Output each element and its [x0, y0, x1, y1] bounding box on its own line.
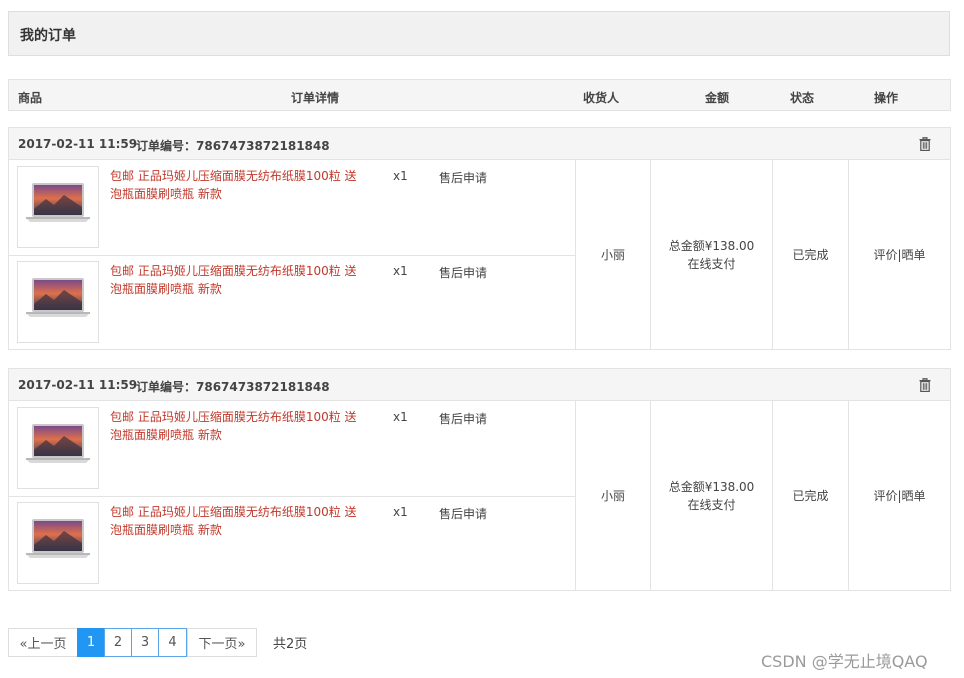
- page-button-4[interactable]: 4: [158, 628, 187, 657]
- order-item: 包邮 正品玛姬儿压缩面膜无纺布纸膜100粒 送泡瓶面膜刷喷瓶 新款 x1 售后申…: [9, 401, 575, 497]
- page-title-bar: 我的订单: [8, 11, 950, 56]
- action-cell: 评价|晒单: [848, 160, 950, 349]
- share-order-link[interactable]: 晒单: [902, 489, 926, 503]
- status-cell: 已完成: [772, 160, 848, 349]
- page-total: 共2页: [273, 637, 308, 652]
- review-link[interactable]: 评价: [873, 489, 897, 503]
- trash-icon[interactable]: [919, 137, 931, 151]
- product-name-link[interactable]: 包邮 正品玛姬儿压缩面膜无纺布纸膜100粒 送泡瓶面膜刷喷瓶 新款: [110, 262, 360, 298]
- order-status: 已完成: [792, 247, 829, 262]
- column-action: 操作: [874, 91, 899, 105]
- item-quantity: x1: [393, 169, 408, 183]
- item-quantity: x1: [393, 505, 408, 519]
- laptop-icon: [26, 278, 90, 317]
- orders-page: 我的订单 商品 订单详情 收货人 金额 状态 操作 2017-02-11 11:…: [0, 0, 964, 678]
- status-cell: 已完成: [772, 401, 848, 590]
- next-page-button[interactable]: 下一页»: [187, 628, 257, 657]
- trash-icon[interactable]: [919, 378, 931, 392]
- product-thumbnail[interactable]: [17, 166, 99, 248]
- receiver-cell: 小丽: [575, 401, 650, 590]
- share-order-link[interactable]: 晒单: [902, 248, 926, 262]
- order-card: 2017-02-11 11:59 订单编号：7867473872181848 包…: [8, 368, 951, 591]
- item-quantity: x1: [393, 410, 408, 424]
- laptop-icon: [26, 519, 90, 558]
- laptop-icon: [26, 183, 90, 222]
- action-cell: 评价|晒单: [848, 401, 950, 590]
- payment-method: 在线支付: [687, 256, 736, 271]
- review-link[interactable]: 评价: [873, 248, 897, 262]
- prev-page-button[interactable]: «上一页: [8, 628, 78, 657]
- after-sale-link[interactable]: 售后申请: [439, 169, 487, 186]
- product-thumbnail[interactable]: [17, 261, 99, 343]
- order-card: 2017-02-11 11:59 订单编号：7867473872181848 包…: [8, 127, 951, 350]
- column-header-row: 商品 订单详情 收货人 金额 状态 操作: [8, 79, 951, 111]
- column-status: 状态: [790, 91, 815, 105]
- after-sale-link[interactable]: 售后申请: [439, 264, 487, 281]
- order-item: 包邮 正品玛姬儿压缩面膜无纺布纸膜100粒 送泡瓶面膜刷喷瓶 新款 x1 售后申…: [9, 160, 575, 256]
- total-amount: 总金额¥138.00: [668, 479, 755, 494]
- column-receiver: 收货人: [583, 91, 620, 105]
- order-number: 订单编号：7867473872181848: [136, 380, 330, 394]
- product-name-link[interactable]: 包邮 正品玛姬儿压缩面膜无纺布纸膜100粒 送泡瓶面膜刷喷瓶 新款: [110, 408, 360, 444]
- order-item: 包邮 正品玛姬儿压缩面膜无纺布纸膜100粒 送泡瓶面膜刷喷瓶 新款 x1 售后申…: [9, 255, 575, 350]
- order-date: 2017-02-11 11:59: [18, 137, 138, 151]
- after-sale-link[interactable]: 售后申请: [439, 410, 487, 427]
- watermark: CSDN @学无止境QAQ: [761, 652, 928, 671]
- column-detail: 订单详情: [291, 91, 340, 105]
- receiver-cell: 小丽: [575, 160, 650, 349]
- laptop-icon: [26, 424, 90, 463]
- column-product: 商品: [18, 91, 43, 105]
- column-amount: 金额: [705, 91, 730, 105]
- receiver-name: 小丽: [600, 247, 625, 262]
- product-thumbnail[interactable]: [17, 502, 99, 584]
- order-date: 2017-02-11 11:59: [18, 378, 138, 392]
- amount-cell: 总金额¥138.00 在线支付: [650, 401, 772, 590]
- product-name-link[interactable]: 包邮 正品玛姬儿压缩面膜无纺布纸膜100粒 送泡瓶面膜刷喷瓶 新款: [110, 167, 360, 203]
- product-name-link[interactable]: 包邮 正品玛姬儿压缩面膜无纺布纸膜100粒 送泡瓶面膜刷喷瓶 新款: [110, 503, 360, 539]
- receiver-name: 小丽: [600, 488, 625, 503]
- order-item: 包邮 正品玛姬儿压缩面膜无纺布纸膜100粒 送泡瓶面膜刷喷瓶 新款 x1 售后申…: [9, 496, 575, 591]
- order-header: 2017-02-11 11:59 订单编号：7867473872181848: [9, 369, 950, 401]
- after-sale-link[interactable]: 售后申请: [439, 505, 487, 522]
- amount-cell: 总金额¥138.00 在线支付: [650, 160, 772, 349]
- order-header: 2017-02-11 11:59 订单编号：7867473872181848: [9, 128, 950, 160]
- page-button-1[interactable]: 1: [77, 628, 105, 657]
- product-thumbnail[interactable]: [17, 407, 99, 489]
- page-button-3[interactable]: 3: [131, 628, 159, 657]
- total-amount: 总金额¥138.00: [668, 238, 755, 253]
- page-title: 我的订单: [20, 28, 76, 44]
- payment-method: 在线支付: [687, 497, 736, 512]
- item-quantity: x1: [393, 264, 408, 278]
- order-number: 订单编号：7867473872181848: [136, 139, 330, 153]
- order-status: 已完成: [792, 488, 829, 503]
- page-button-2[interactable]: 2: [104, 628, 132, 657]
